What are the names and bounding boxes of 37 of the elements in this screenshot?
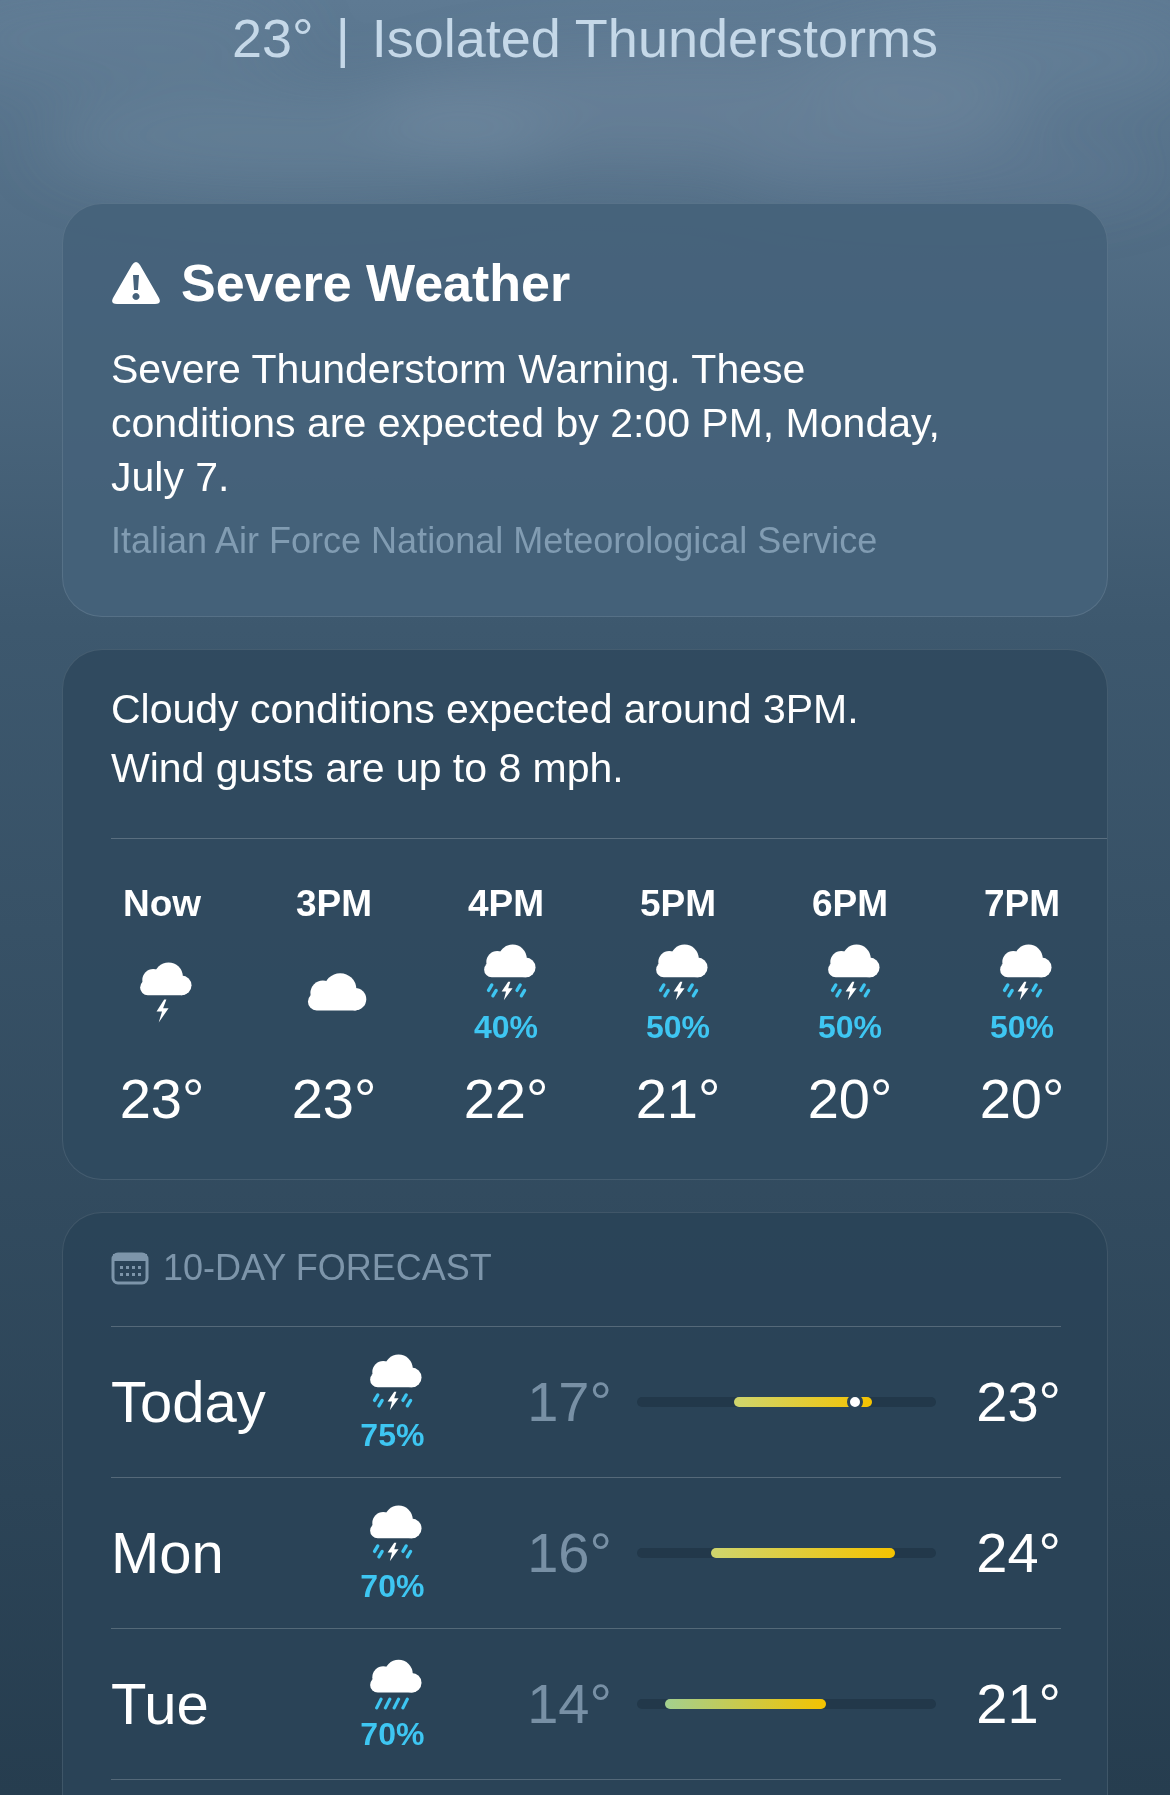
precipitation-chance: 70% — [360, 1569, 425, 1603]
hour-temperature: 23° — [119, 1071, 205, 1127]
hour-label: 6PM — [811, 886, 889, 922]
hour-temperature: 20° — [807, 1071, 893, 1127]
high-temperature: 21° — [976, 1676, 1061, 1732]
precipitation-chance: 70% — [360, 1717, 425, 1751]
section-title: 10-DAY FORECAST — [163, 1250, 492, 1286]
high-temperature: 23° — [976, 1374, 1061, 1430]
hour-temperature: 23° — [291, 1071, 377, 1127]
hour-temperature: 22° — [463, 1071, 549, 1127]
day-label: Mon — [111, 1524, 225, 1582]
forecast-summary: Cloudy conditions expected around 3PM. Wind gusts are up to 8 mph. — [110, 685, 860, 793]
calendar-icon — [111, 1251, 149, 1285]
condition-text: Isolated Thunderstorms — [371, 11, 938, 65]
warning-icon — [111, 261, 161, 305]
hour-label: 5PM — [639, 886, 717, 922]
alert-source: Italian Air Force National Meteorological Service — [111, 520, 879, 562]
precipitation-chance: 50% — [645, 1010, 710, 1044]
precipitation-chance: 50% — [817, 1010, 882, 1044]
alert-message: Severe Thunderstorm Warning. These conditions are expected by 2:00 PM, Monday, July 7. — [111, 345, 941, 502]
current-temperature: 23° — [232, 11, 314, 65]
hour-temperature: 20° — [979, 1071, 1065, 1127]
hour-label: 7PM — [983, 886, 1061, 922]
low-temperature: 16° — [527, 1525, 612, 1581]
hour-label: 3PM — [295, 886, 373, 922]
low-temperature: 17° — [527, 1374, 612, 1430]
alert-card[interactable]: Severe Weather Severe Thunderstorm Warning. These conditions are expected by 2:00 PM, Monday, July 7. Italian Air Force National Meteorological Service — [62, 203, 1108, 617]
alert-title: Severe Weather — [181, 257, 571, 309]
hour-temperature: 21° — [635, 1071, 721, 1127]
low-temperature: 14° — [527, 1676, 612, 1732]
precipitation-chance: 50% — [989, 1010, 1054, 1044]
precipitation-chance: 40% — [473, 1010, 538, 1044]
hour-label: Now — [122, 886, 202, 922]
high-temperature: 24° — [976, 1525, 1061, 1581]
precipitation-chance: 75% — [360, 1418, 425, 1452]
hour-label: 4PM — [467, 886, 545, 922]
day-label: Tue — [111, 1675, 210, 1733]
